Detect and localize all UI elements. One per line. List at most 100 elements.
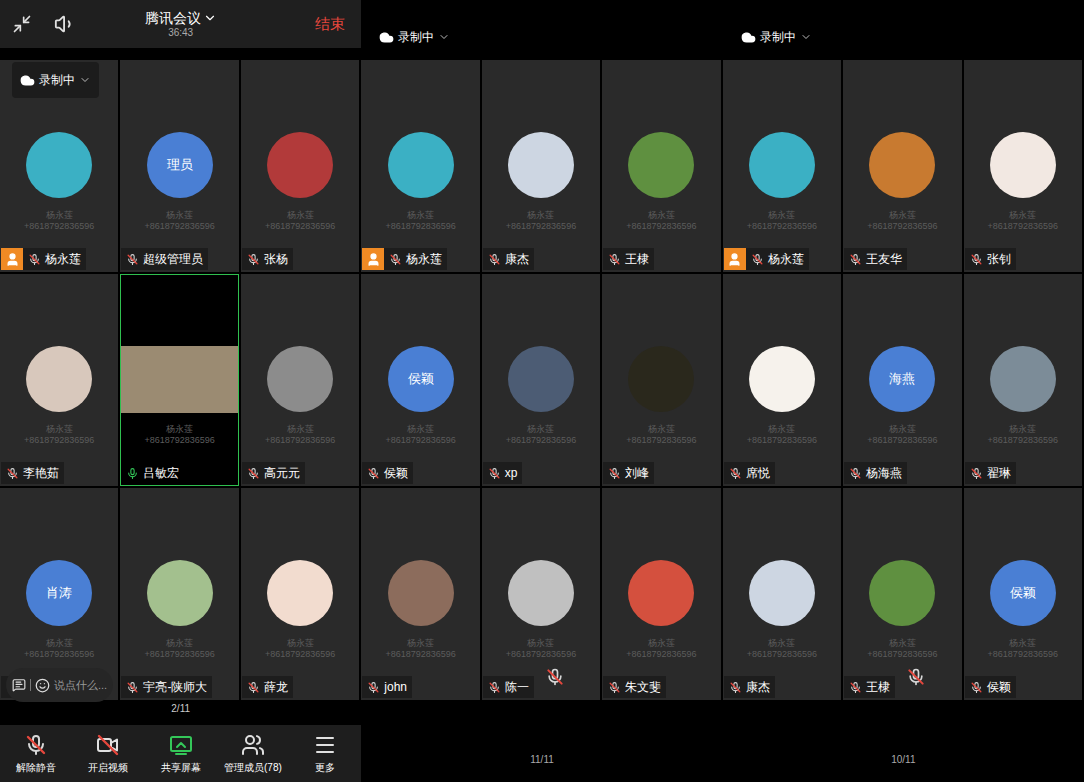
participant-label: 杨海燕 [844, 461, 960, 485]
watermark: 杨永莲+8618792836596 [988, 638, 1058, 660]
participant-name: 薛龙 [264, 678, 288, 696]
avatar-image [508, 346, 574, 412]
participant-label: 席悦 [724, 461, 840, 485]
participant-name: 王棣 [866, 678, 890, 696]
watermark: 杨永莲+8618792836596 [626, 210, 696, 232]
recording-badge[interactable]: 录制中 [741, 28, 812, 46]
emoji-icon[interactable] [35, 678, 50, 693]
mic-icon [608, 253, 621, 266]
watermark: 杨永莲+8618792836596 [24, 210, 94, 232]
collapse-icon[interactable] [12, 14, 32, 34]
participant-tile[interactable]: 杨永莲+8618792836596john [361, 488, 479, 700]
avatar-area [844, 132, 960, 198]
participant-tile[interactable]: 杨永莲+8618792836596陈一 [482, 488, 600, 700]
participant-name: xp [505, 464, 518, 482]
avatar-image [267, 560, 333, 626]
participant-tile[interactable]: 杨永莲+8618792836596朱文斐 [602, 488, 720, 700]
participant-tile[interactable]: 杨永莲+8618792836596杨永莲 [361, 60, 479, 272]
toolbar-button[interactable]: 开启视频 [72, 725, 144, 782]
participant-label: 张杨 [242, 247, 358, 271]
watermark: 杨永莲+8618792836596 [265, 210, 335, 232]
participant-label: 王棣 [844, 675, 960, 699]
members-icon [241, 733, 265, 757]
watermark: 杨永莲+8618792836596 [988, 424, 1058, 446]
participant-name: 刘峰 [625, 464, 649, 482]
page-indicator: 11/11 [530, 752, 554, 767]
recording-badge[interactable]: 录制中 [12, 62, 99, 98]
participant-tile[interactable]: 杨永莲+8618792836596王棣 [843, 488, 961, 700]
participant-tile[interactable]: 杨永莲+8618792836596翟琳 [964, 274, 1082, 486]
mic-icon [608, 467, 621, 480]
watermark: 杨永莲+8618792836596 [747, 424, 817, 446]
speaker-icon[interactable] [54, 13, 76, 35]
participant-tile[interactable]: 侯颖杨永莲+8618792836596侯颖 [361, 274, 479, 486]
meeting-screen: 录制中杨永莲+8618792836596杨永莲杨永莲+8618792836596… [723, 0, 1084, 782]
watermark: 杨永莲+8618792836596 [506, 210, 576, 232]
page-indicator: 10/11 [891, 752, 915, 767]
participant-name: 陈一 [505, 678, 529, 696]
avatar-image [869, 132, 935, 198]
participant-name: 高元元 [264, 464, 300, 482]
cloud-icon [379, 30, 394, 45]
end-button[interactable]: 结束 [315, 13, 349, 36]
avatar-area [1, 346, 117, 412]
watermark: 杨永莲+8618792836596 [988, 210, 1058, 232]
avatar-image [508, 132, 574, 198]
participant-tile[interactable]: 杨永莲+8618792836596高元元 [241, 274, 359, 486]
participant-tile[interactable]: 海燕杨永莲+8618792836596杨海燕 [843, 274, 961, 486]
participant-label: xp [483, 461, 599, 485]
participant-tile[interactable]: 杨永莲+8618792836596杨永莲 [723, 60, 841, 272]
participant-tile[interactable]: 侯颖杨永莲+8618792836596侯颖 [964, 488, 1082, 700]
toolbar-button[interactable]: 管理成员(78) [217, 725, 289, 782]
avatar-image [749, 132, 815, 198]
meeting-title[interactable]: 腾讯会议36:43 [145, 9, 217, 39]
participant-tile[interactable]: 杨永莲+8618792836596 康杰 [482, 60, 600, 272]
avatar-area [242, 132, 358, 198]
toolbar-button[interactable]: 共享屏幕 [145, 725, 217, 782]
avatar-image [749, 346, 815, 412]
cloud-icon [20, 73, 35, 88]
participant-tile[interactable]: 杨永莲+8618792836596王友华 [843, 60, 961, 272]
participant-name: 杨永莲 [406, 250, 442, 268]
participant-tile[interactable]: 杨永莲+8618792836596吕敏宏 [120, 274, 238, 486]
participant-tile[interactable]: 杨永莲+8618792836596 张杨 [241, 60, 359, 272]
participant-tile[interactable]: 杨永莲+8618792836596康杰 [723, 488, 841, 700]
participant-tile[interactable]: 杨永莲+8618792836596 张钊 [964, 60, 1082, 272]
host-icon [366, 252, 381, 267]
avatar-area [603, 560, 719, 626]
mic-icon [488, 253, 501, 266]
participant-name: 王棣 [625, 250, 649, 268]
avatar-area: 肖涛 [1, 560, 117, 626]
watermark: 杨永莲+8618792836596 [265, 638, 335, 660]
participant-grid: 杨永莲+8618792836596杨永莲杨永莲+8618792836596康杰杨… [361, 60, 722, 700]
participant-label: 高元元 [242, 461, 358, 485]
recording-badge[interactable]: 录制中 [379, 28, 450, 46]
participant-tile[interactable]: 杨永莲+8618792836596刘峰 [602, 274, 720, 486]
participant-name: 张钊 [987, 250, 1011, 268]
participant-tile[interactable]: 杨永莲+8618792836596宇亮-陕师大 [120, 488, 238, 700]
participant-tile[interactable]: 理员杨永莲+8618792836596超级管理员 [120, 60, 238, 272]
participant-label: 康杰 [483, 247, 599, 271]
participant-label: 宇亮-陕师大 [121, 675, 237, 699]
watermark: 杨永莲+8618792836596 [24, 424, 94, 446]
avatar-image [147, 560, 213, 626]
page-indicator: 2/11 [0, 700, 361, 722]
avatar-image [990, 132, 1056, 198]
chat-input[interactable]: 说点什么... [6, 668, 113, 702]
avatar-image [508, 560, 574, 626]
toolbar-button[interactable]: 解除静音 [0, 725, 72, 782]
participant-name: 李艳茹 [23, 464, 59, 482]
participant-grid: 杨永莲+8618792836596 杨永莲理员杨永莲+8618792836596超… [0, 60, 361, 700]
participant-tile[interactable]: 杨永莲+8618792836596 薛龙 [241, 488, 359, 700]
participant-tile[interactable]: 杨永莲+8618792836596 李艳茹 [0, 274, 118, 486]
mic-icon [849, 681, 862, 694]
participant-tile[interactable]: 杨永莲+8618792836596 王棣 [602, 60, 720, 272]
avatar-area [362, 132, 478, 198]
participant-label: 杨永莲 [1, 247, 117, 271]
participant-tile[interactable]: 杨永莲+8618792836596 席悦 [723, 274, 841, 486]
avatar-area [724, 346, 840, 412]
toolbar-button[interactable]: 更多 [289, 725, 361, 782]
chevron-down-icon [203, 11, 217, 25]
participant-tile[interactable]: 杨永莲+8618792836596xp [482, 274, 600, 486]
avatar-area [965, 132, 1081, 198]
